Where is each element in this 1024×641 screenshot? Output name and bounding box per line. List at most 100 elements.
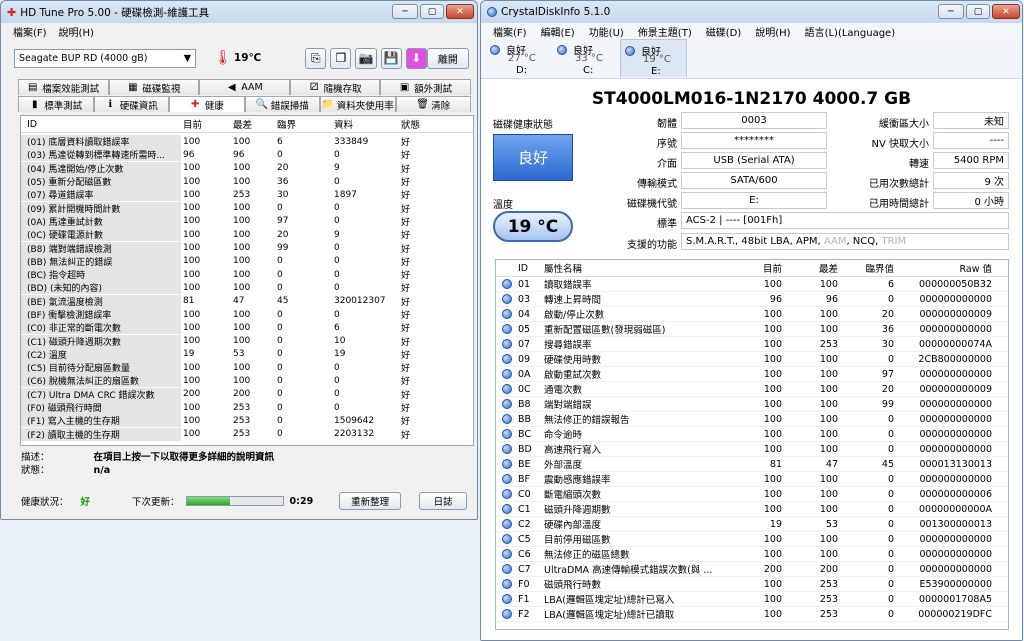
table-row[interactable]: F1 LBA(邏輯區塊定址)總計已寫入 100 253 0 0000001708A5 — [496, 592, 1008, 607]
table-row[interactable]: (B8) 端對端錯誤檢測 100 100 99 0 好 — [21, 241, 473, 255]
cdi-menu-file[interactable]: 檔案(F) — [493, 24, 527, 39]
table-row[interactable]: 0C 通電次數 100 100 20 000000000009 — [496, 382, 1008, 397]
col-worst[interactable]: 最差 — [233, 117, 277, 131]
table-row[interactable]: B8 端對端錯誤 100 100 99 000000000000 — [496, 397, 1008, 412]
table-row[interactable]: (0A) 馬達重試計數 100 100 97 0 好 — [21, 214, 473, 228]
col-data[interactable]: 資料 — [334, 117, 401, 131]
cdi-maximize-button[interactable]: ▢ — [966, 4, 990, 19]
table-row[interactable]: 09 硬碟使用時數 100 100 0 2CB800000000 — [496, 352, 1008, 367]
smart-attribute-table[interactable]: ID 屬性名稱 目前 最差 臨界值 Raw 值 01 讀取錯誤率 100 100 6 00… — [495, 259, 1009, 630]
table-row[interactable]: 07 搜尋錯誤率 100 253 30 00000000074A — [496, 337, 1008, 352]
table-row[interactable]: BF 震動感應錯誤率 100 100 0 000000000000 — [496, 472, 1008, 487]
col-status[interactable]: 狀態 — [401, 117, 461, 131]
camera-icon[interactable]: 📷 — [355, 47, 377, 69]
tab-folder-usage[interactable]: 📁 資料夾使用率 — [320, 96, 396, 112]
table-row[interactable]: (07) 尋道錯誤率 100 253 30 1897 好 — [21, 188, 473, 202]
cdi-menu-theme[interactable]: 佈景主題(T) — [638, 24, 692, 39]
smart-list[interactable]: ID 目前 最差 臨界 資料 狀態 (01) 底層資料讀取錯誤率 100 100 6 3… — [20, 115, 474, 446]
cdi-menu-disk[interactable]: 磁碟(D) — [706, 24, 742, 39]
table-row[interactable]: C7 UltraDMA 高速傳輸模式錯誤次數(與 ... 200 200 0 000000… — [496, 562, 1008, 577]
table-row[interactable]: (0C) 硬碟電源計數 100 100 20 9 好 — [21, 228, 473, 242]
copy-all-icon[interactable]: ❐ — [330, 47, 352, 69]
table-row[interactable]: (BC) 指令超時 100 100 0 0 好 — [21, 268, 473, 282]
table-row[interactable]: (09) 累計開機時間計數 100 100 0 0 好 — [21, 201, 473, 215]
cdi-close-button[interactable]: ✕ — [992, 4, 1020, 19]
disk-tab-c[interactable]: 良好 33 °C C: — [553, 39, 620, 77]
table-row[interactable]: (BE) 氣流溫度檢測 81 47 45 320012307 好 — [21, 294, 473, 308]
table-row[interactable]: BB 無法修正的錯誤報告 100 100 0 000000000000 — [496, 412, 1008, 427]
maximize-button[interactable]: ▢ — [420, 4, 444, 19]
col-current[interactable]: 目前 — [181, 117, 233, 131]
col-attribute-name[interactable]: 屬性名稱 — [544, 261, 734, 275]
table-row[interactable]: C1 磁頭升降週期數 100 100 0 00000000000A — [496, 502, 1008, 517]
minimize-button[interactable]: ─ — [392, 4, 418, 19]
table-row[interactable]: BD 高速飛行寫入 100 100 0 000000000000 — [496, 442, 1008, 457]
table-row[interactable]: F0 磁頭飛行時數 100 253 0 E53900000000 — [496, 577, 1008, 592]
exit-button[interactable]: 離開 — [426, 47, 469, 69]
table-row[interactable]: (C2) 溫度 19 53 0 19 好 — [21, 347, 473, 361]
table-row[interactable]: C0 斷電縮頭次數 100 100 0 000000000006 — [496, 487, 1008, 502]
col-threshold[interactable]: 臨界 — [277, 117, 334, 131]
table-row[interactable]: (C7) Ultra DMA CRC 錯誤次數 200 200 0 0 好 — [21, 387, 473, 401]
disk-tab-e[interactable]: 良好 19 °C E: — [620, 39, 687, 77]
download-arrow-icon[interactable]: ⬇ — [405, 47, 427, 69]
table-row[interactable]: 03 轉速上昇時間 96 96 0 000000000000 — [496, 292, 1008, 307]
tab-extra-tests[interactable]: ▣ 額外測試 — [380, 79, 471, 95]
tab-file-benchmark[interactable]: ▤ 檔案效能測試 — [18, 79, 109, 95]
health-status-button[interactable]: 良好 — [493, 134, 573, 181]
cdi-menu-edit[interactable]: 編輯(E) — [541, 24, 575, 39]
menu-file[interactable]: 檔案(F) — [13, 24, 47, 39]
table-row[interactable]: 0A 啟動重試次數 100 100 97 000000000000 — [496, 367, 1008, 382]
table-row[interactable]: (05) 重新分配磁區數 100 100 36 0 好 — [21, 175, 473, 189]
table-row[interactable]: 05 重新配置磁區數(發現弱磁區) 100 100 36 000000000000 — [496, 322, 1008, 337]
refresh-button[interactable]: 重新整理 — [339, 492, 402, 510]
col-worst[interactable]: 最差 — [784, 261, 840, 275]
table-row[interactable]: C6 無法修正的磁區總數 100 100 0 000000000000 — [496, 547, 1008, 562]
table-row[interactable]: (C6) 脫機無法糾正的扇區數 100 100 0 0 好 — [21, 374, 473, 388]
hdtune-titlebar[interactable]: ✚ HD Tune Pro 5.00 - 硬碟檢測-維護工具 ─ ▢ ✕ — [1, 1, 477, 23]
cdi-titlebar[interactable]: CrystalDiskInfo 5.1.0 ─ ▢ ✕ — [481, 1, 1022, 23]
col-threshold[interactable]: 臨界值 — [840, 261, 896, 275]
table-row[interactable]: F2 LBA(邏輯區塊定址)總計已讀取 100 253 0 000000219DFC — [496, 607, 1008, 622]
close-button[interactable]: ✕ — [446, 4, 474, 19]
save-disk-icon[interactable]: 💾 — [380, 47, 402, 69]
log-button[interactable]: 日誌 — [419, 492, 468, 510]
table-row[interactable]: (03) 馬達從轉到標準轉速所需時... 96 96 0 0 好 — [21, 148, 473, 162]
tab-benchmark[interactable]: ▮ 標準測試 — [18, 96, 94, 112]
table-row[interactable]: (C1) 磁頭升降週期次數 100 100 0 10 好 — [21, 334, 473, 348]
table-row[interactable]: (BF) 衝擊檢測錯誤率 100 100 0 0 好 — [21, 308, 473, 321]
col-id[interactable]: ID — [21, 118, 181, 130]
table-row[interactable]: C5 目前停用磁區數 100 100 0 000000000000 — [496, 532, 1008, 547]
table-row[interactable]: (F1) 寫入主機的生存期 100 253 0 1509642 好 — [21, 414, 473, 428]
cdi-minimize-button[interactable]: ─ — [938, 4, 964, 19]
drive-select[interactable]: Seagate BUP RD (4000 gB) ▼ — [14, 48, 197, 68]
col-current[interactable]: 目前 — [734, 261, 784, 275]
table-row[interactable]: BE 外部溫度 81 47 45 000013130013 — [496, 457, 1008, 472]
tab-aam[interactable]: ◀ AAM — [199, 79, 290, 95]
copy-icon[interactable]: ⎘ — [305, 47, 327, 69]
table-row[interactable]: (C0) 非正常的斷電次數 100 100 0 6 好 — [21, 321, 473, 335]
table-row[interactable]: 01 讀取錯誤率 100 100 6 000000050B32 — [496, 277, 1008, 292]
cdi-menu-function[interactable]: 功能(U) — [589, 24, 624, 39]
table-row[interactable]: (01) 底層資料讀取錯誤率 100 100 6 333849 好 — [21, 135, 473, 149]
table-row[interactable]: (F0) 磁頭飛行時間 100 253 0 0 好 — [21, 401, 473, 415]
tab-info[interactable]: ℹ 硬碟資訊 — [93, 96, 169, 112]
table-row[interactable]: (BB) 無法糾正的錯誤 100 100 0 0 好 — [21, 254, 473, 268]
table-row[interactable]: (F2) 讀取主機的生存期 100 253 0 2203132 好 — [21, 427, 473, 441]
cdi-menu-language[interactable]: 語言(L)(Language) — [805, 24, 896, 39]
table-row[interactable]: (C5) 目前待分配扇區數量 100 100 0 0 好 — [21, 361, 473, 375]
table-row[interactable]: BC 命令逾時 100 100 0 000000000000 — [496, 427, 1008, 442]
table-row[interactable]: (BD) (未知的內容) 100 100 0 0 好 — [21, 281, 473, 295]
col-raw[interactable]: Raw 值 — [896, 261, 996, 275]
tab-erase[interactable]: 🗑 清除 — [395, 96, 471, 112]
table-row[interactable]: C2 硬碟內部溫度 19 53 0 001300000013 — [496, 517, 1008, 532]
tab-random-access[interactable]: ⚂ 隨機存取 — [289, 79, 381, 95]
table-row[interactable]: (04) 馬達開始/停止次數 100 100 20 9 好 — [21, 161, 473, 175]
tab-error-scan[interactable]: 🔍 錯誤掃描 — [244, 96, 320, 112]
tab-health[interactable]: ✚ 健康 — [169, 96, 245, 112]
menu-help[interactable]: 說明(H) — [59, 24, 94, 39]
cdi-menu-help[interactable]: 說明(H) — [755, 24, 790, 39]
disk-tab-d[interactable]: 良好 27 °C D: — [486, 39, 553, 77]
table-row[interactable]: 04 啟動/停止次數 100 100 20 000000000009 — [496, 307, 1008, 322]
col-id[interactable]: ID — [518, 263, 544, 274]
